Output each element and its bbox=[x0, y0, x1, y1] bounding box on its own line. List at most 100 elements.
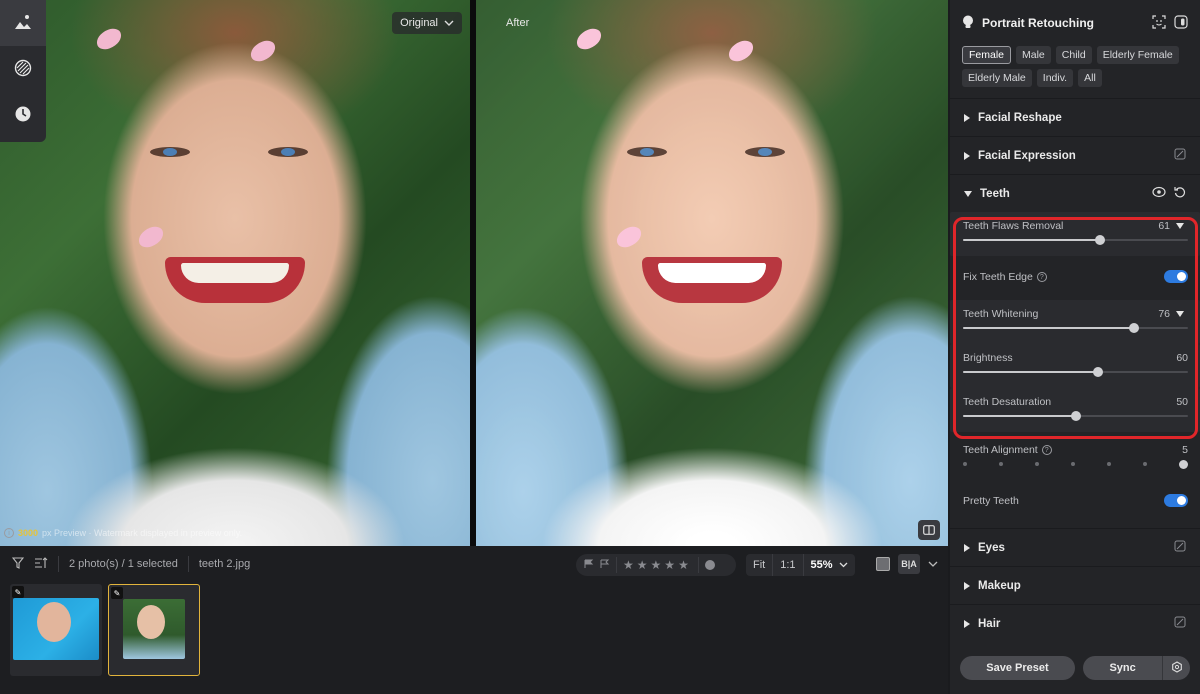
split-view-icon[interactable] bbox=[918, 520, 940, 540]
chip-female[interactable]: Female bbox=[962, 46, 1012, 64]
teeth-desaturation-slider[interactable]: Teeth Desaturation 50 bbox=[950, 388, 1200, 432]
slider-knob[interactable] bbox=[1070, 411, 1081, 421]
brightness-slider[interactable]: Brightness 60 bbox=[950, 344, 1200, 388]
section-label: Facial Reshape bbox=[978, 111, 1062, 124]
slider-track[interactable] bbox=[963, 323, 1188, 333]
zoom-1to1-button[interactable]: 1:1 bbox=[773, 554, 804, 576]
pretty-teeth-toggle[interactable] bbox=[1164, 494, 1188, 507]
slider-knob[interactable] bbox=[1093, 367, 1103, 377]
star-icon[interactable]: ★ bbox=[623, 558, 637, 572]
teeth-whitening-slider[interactable]: Teeth Whitening 76 bbox=[950, 300, 1200, 344]
history-tool[interactable] bbox=[0, 92, 46, 138]
section-label: Hair bbox=[978, 617, 1001, 630]
original-label: Original bbox=[400, 17, 438, 29]
sort-icon[interactable] bbox=[34, 556, 48, 572]
slider-track[interactable] bbox=[963, 235, 1188, 245]
face-detect-icon[interactable] bbox=[1152, 14, 1166, 32]
expand-triangle-icon[interactable] bbox=[1176, 223, 1184, 229]
edited-badge-icon: ✎ bbox=[111, 587, 123, 599]
teeth-controls: Teeth Flaws Removal 61 Fix Teeth Edge ? … bbox=[950, 212, 1200, 524]
flag-icon[interactable] bbox=[584, 559, 594, 572]
chip-indiv[interactable]: Indiv. bbox=[1036, 69, 1074, 87]
star-icon[interactable]: ★ bbox=[678, 558, 692, 572]
step-dot[interactable] bbox=[1071, 462, 1075, 466]
zoom-level: 55% bbox=[810, 559, 833, 571]
section-facial-reshape[interactable]: Facial Reshape bbox=[950, 98, 1200, 136]
chevron-down-icon bbox=[444, 17, 454, 29]
stepped-slider-track[interactable] bbox=[963, 459, 1188, 469]
chevron-down-icon[interactable] bbox=[928, 558, 938, 570]
clock-icon bbox=[14, 105, 32, 126]
teeth-alignment-slider[interactable]: Teeth Alignment ? 5 bbox=[950, 436, 1200, 480]
slider-value: 5 bbox=[1182, 444, 1188, 456]
chip-male[interactable]: Male bbox=[1016, 46, 1051, 64]
step-dot[interactable] bbox=[1107, 462, 1111, 466]
slider-label: Teeth Whitening bbox=[963, 308, 1039, 320]
section-facial-expression[interactable]: Facial Expression bbox=[950, 136, 1200, 174]
step-dot[interactable] bbox=[999, 462, 1003, 466]
eraser-icon[interactable] bbox=[1174, 616, 1186, 631]
save-preset-button[interactable]: Save Preset bbox=[960, 656, 1075, 680]
step-dot[interactable] bbox=[963, 462, 967, 466]
slider-value-wrap: 5 bbox=[1182, 444, 1188, 456]
step-dot[interactable] bbox=[1035, 462, 1039, 466]
eye-icon[interactable] bbox=[1152, 186, 1166, 201]
toggle-label: Fix Teeth Edge bbox=[963, 271, 1033, 283]
adjustments-panel: Portrait Retouching Female Male Child El… bbox=[950, 0, 1200, 694]
step-dot[interactable] bbox=[1143, 462, 1147, 466]
chip-elderly-female[interactable]: Elderly Female bbox=[1096, 46, 1179, 64]
slider-track[interactable] bbox=[963, 367, 1188, 377]
texture-tool[interactable] bbox=[0, 46, 46, 92]
help-icon[interactable]: ? bbox=[1036, 272, 1047, 282]
chevron-down-icon bbox=[839, 559, 848, 571]
star-icon[interactable]: ★ bbox=[637, 558, 651, 572]
chip-all[interactable]: All bbox=[1078, 69, 1102, 87]
color-label-icon[interactable] bbox=[704, 560, 715, 570]
before-pane[interactable]: Original i 3000 px Preview · Watermark d… bbox=[0, 0, 470, 546]
help-icon[interactable]: ? bbox=[1041, 445, 1052, 455]
reset-icon[interactable] bbox=[1174, 186, 1186, 201]
slider-knob[interactable] bbox=[1179, 459, 1188, 469]
eraser-icon[interactable] bbox=[1174, 148, 1186, 163]
left-eye bbox=[627, 147, 668, 158]
star-icon[interactable]: ★ bbox=[651, 558, 665, 572]
star-rating[interactable]: ★★★★★ bbox=[623, 558, 692, 572]
chip-child[interactable]: Child bbox=[1055, 46, 1092, 64]
petal bbox=[135, 224, 167, 250]
filter-icon[interactable] bbox=[11, 556, 25, 572]
eraser-icon[interactable] bbox=[1174, 540, 1186, 555]
section-hair[interactable]: Hair bbox=[950, 604, 1200, 642]
single-view-icon[interactable] bbox=[876, 557, 890, 571]
zoom-fit-button[interactable]: Fit bbox=[746, 554, 774, 576]
teeth-flaws-removal-slider[interactable]: Teeth Flaws Removal 61 bbox=[950, 212, 1200, 256]
section-makeup[interactable]: Makeup bbox=[950, 566, 1200, 604]
star-icon[interactable]: ★ bbox=[664, 558, 678, 572]
after-pane[interactable]: After bbox=[476, 0, 948, 546]
slider-track[interactable] bbox=[963, 411, 1188, 421]
preset-chips: Female Male Child Elderly Female Elderly… bbox=[950, 46, 1200, 87]
fix-teeth-edge-toggle[interactable] bbox=[1164, 270, 1188, 283]
edited-badge-icon: ✎ bbox=[12, 586, 24, 598]
section-teeth[interactable]: Teeth bbox=[950, 174, 1200, 212]
sync-button[interactable]: Sync bbox=[1082, 656, 1163, 680]
zoom-level-select[interactable]: 55% bbox=[804, 554, 855, 576]
expand-triangle-icon[interactable] bbox=[1176, 311, 1184, 317]
slider-knob[interactable] bbox=[1095, 235, 1106, 245]
petal bbox=[247, 38, 279, 64]
slider-knob[interactable] bbox=[1129, 323, 1139, 333]
chip-elderly-male[interactable]: Elderly Male bbox=[962, 69, 1032, 87]
slider-value-wrap: 61 bbox=[1158, 220, 1184, 232]
sync-settings-button[interactable] bbox=[1162, 656, 1190, 680]
separator bbox=[187, 556, 189, 572]
before-after-view-button[interactable]: B|A bbox=[898, 554, 920, 574]
portrait-tool[interactable] bbox=[0, 0, 46, 46]
section-eyes[interactable]: Eyes bbox=[950, 528, 1200, 566]
toggle-label: Pretty Teeth bbox=[963, 495, 1019, 507]
original-dropdown[interactable]: Original bbox=[392, 12, 462, 34]
photo-viewer[interactable]: Original i 3000 px Preview · Watermark d… bbox=[0, 0, 948, 546]
thumbnail-image bbox=[123, 599, 185, 659]
toggle-panel-icon[interactable] bbox=[1174, 14, 1188, 32]
thumbnail[interactable]: ✎ bbox=[10, 584, 102, 676]
thumbnail-selected[interactable]: ✎ bbox=[108, 584, 200, 676]
reject-flag-icon[interactable] bbox=[600, 559, 610, 572]
